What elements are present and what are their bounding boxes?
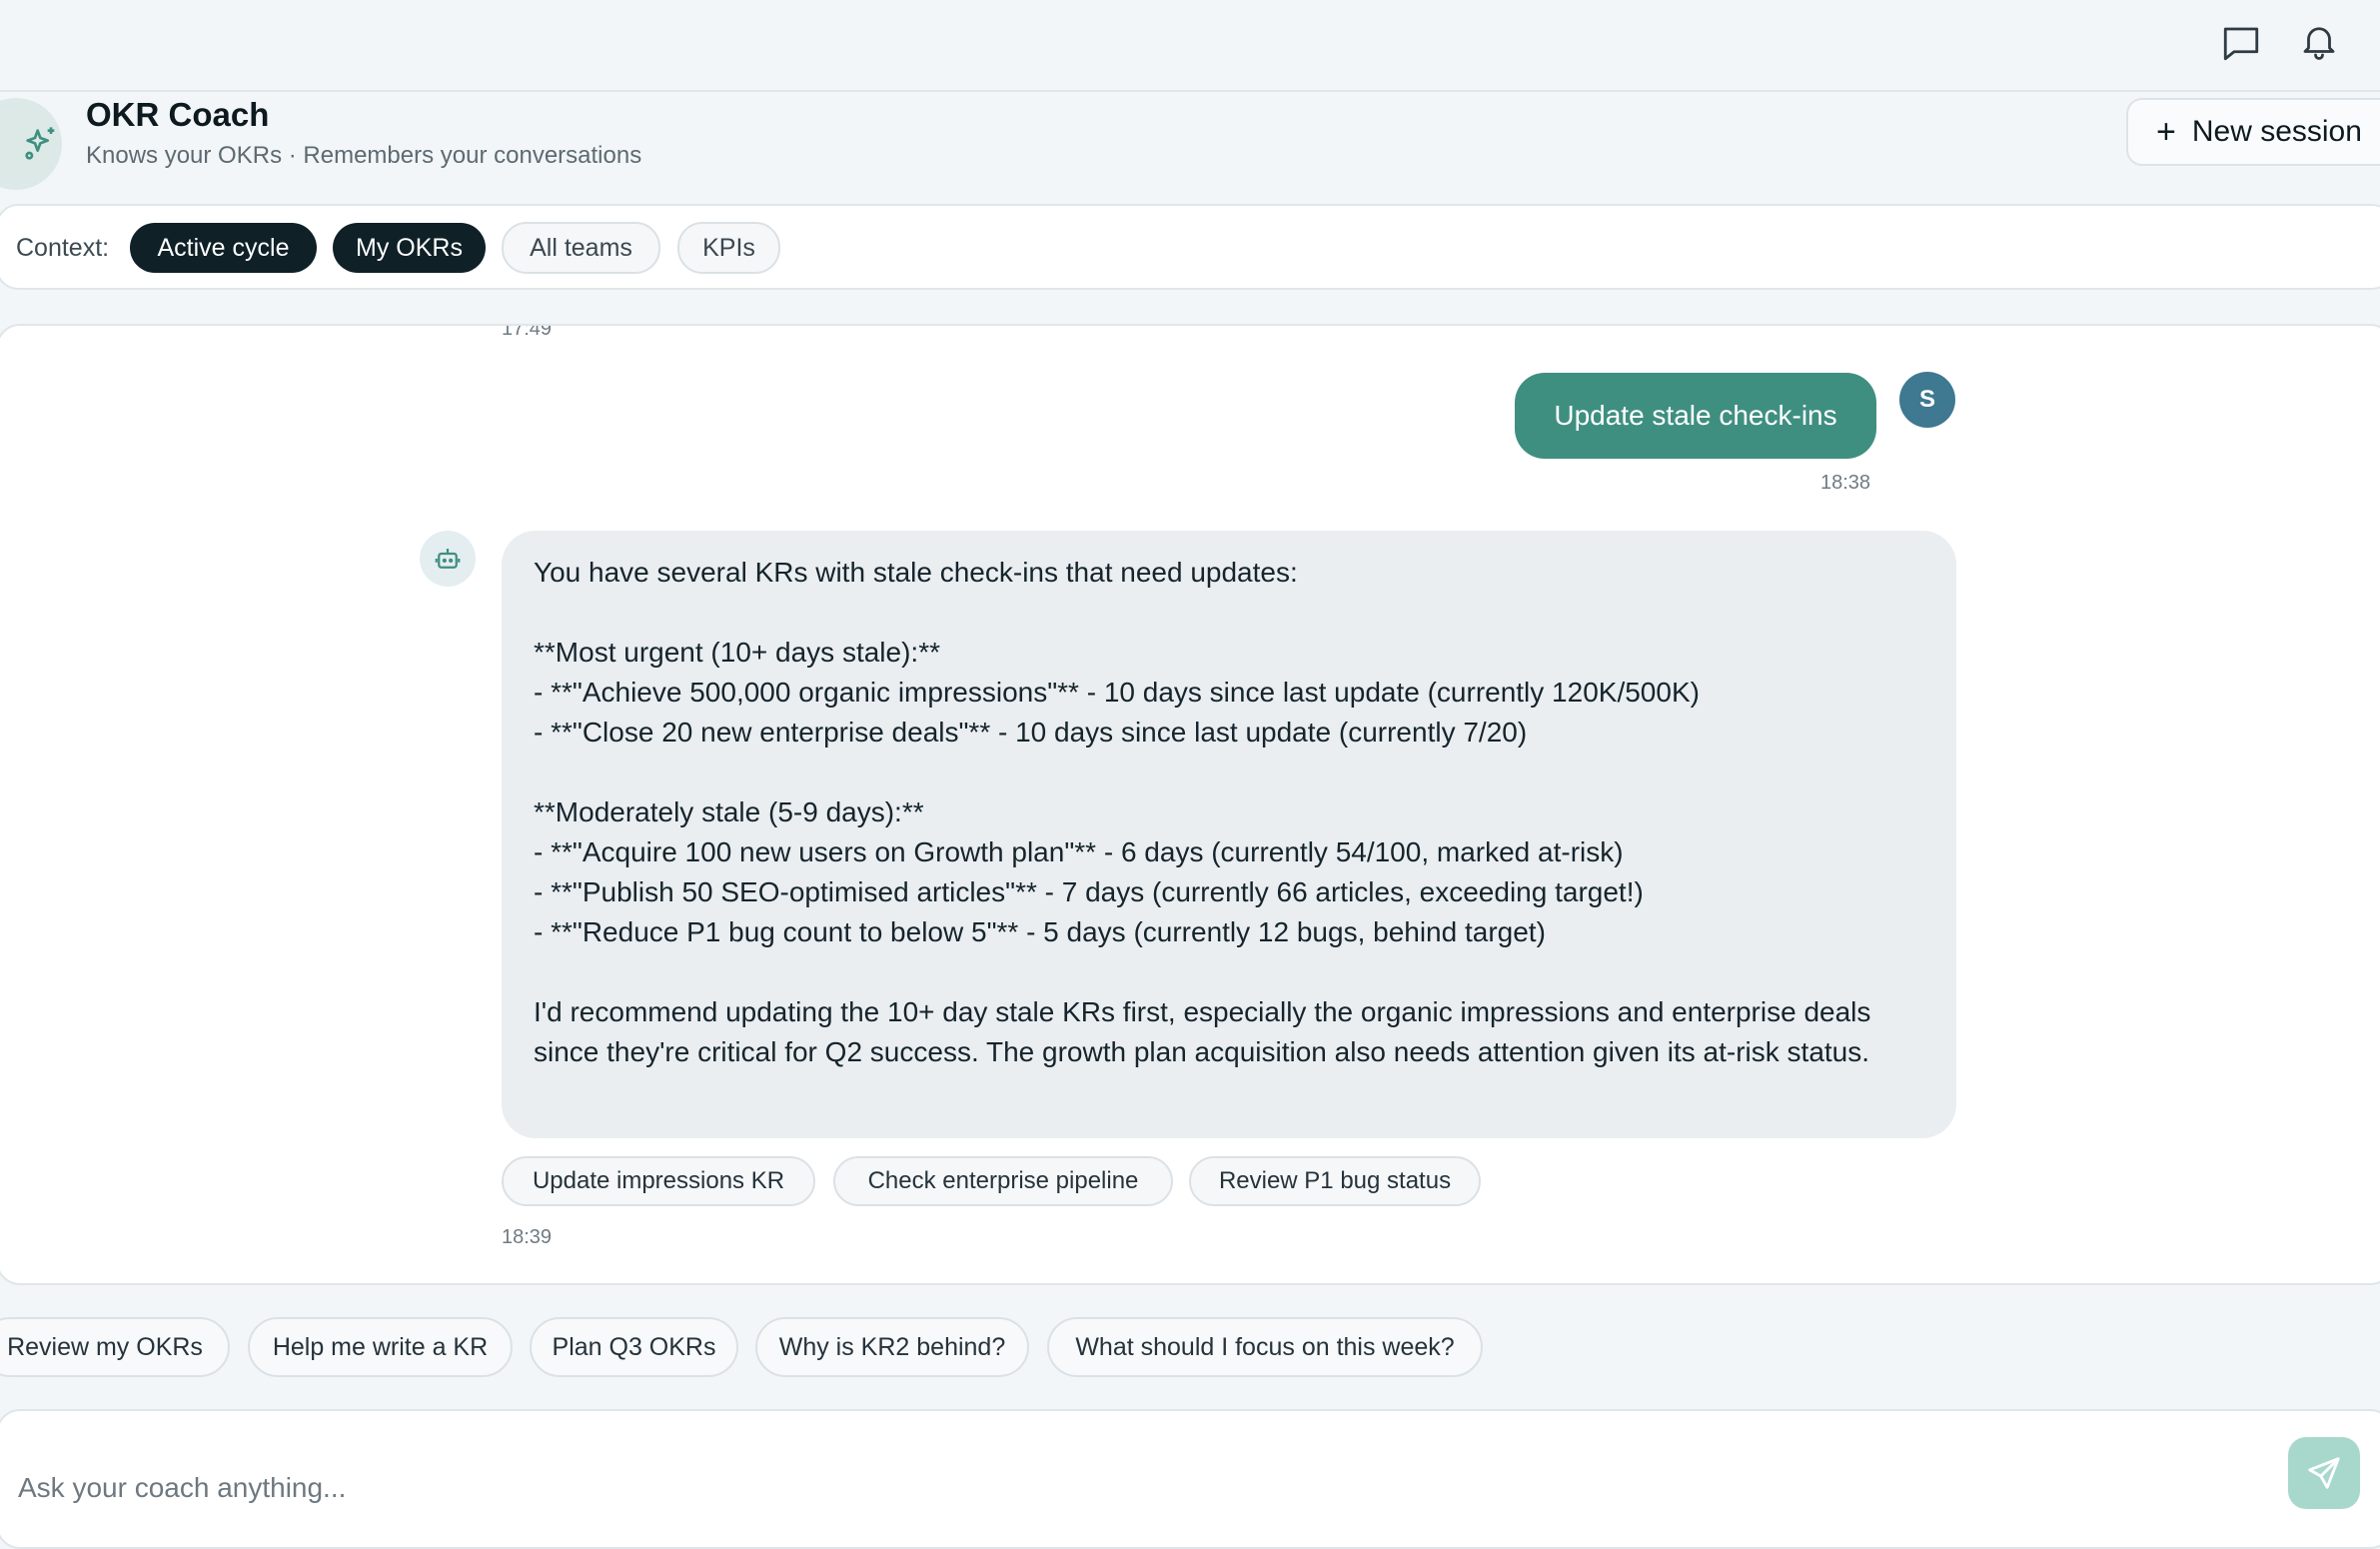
suggestion-write-kr[interactable]: Help me write a KR (248, 1317, 513, 1377)
page-title: OKR Coach (86, 96, 270, 133)
plus-icon: + (2156, 112, 2176, 151)
suggestion-review-okrs[interactable]: Review my OKRs (0, 1317, 230, 1377)
assistant-message-line: You have several KRs with stale check-in… (534, 557, 1298, 588)
assistant-message-line (534, 753, 1924, 792)
quick-reply-review-bugs[interactable]: Review P1 bug status (1189, 1156, 1481, 1206)
quick-reply-check-pipeline[interactable]: Check enterprise pipeline (833, 1156, 1173, 1206)
send-icon (2305, 1454, 2343, 1492)
suggestion-kr2-behind[interactable]: Why is KR2 behind? (755, 1317, 1029, 1377)
send-button[interactable] (2288, 1437, 2360, 1509)
assistant-message-bubble: You have several KRs with stale check-in… (502, 531, 1956, 1138)
suggestion-focus-week[interactable]: What should I focus on this week? (1047, 1317, 1483, 1377)
assistant-message-line: **Moderately stale (5-9 days):** (534, 796, 924, 827)
context-chip-active-cycle[interactable]: Active cycle (130, 223, 317, 273)
message-timestamp: 18:38 (1820, 472, 1871, 494)
assistant-message-line: - **"Acquire 100 new users on Growth pla… (534, 836, 1624, 867)
user-avatar: S (1899, 372, 1955, 428)
chat-bubble-icon[interactable] (2218, 20, 2264, 66)
robot-icon (433, 544, 463, 574)
sparkles-icon (21, 124, 61, 164)
quick-reply-update-impressions[interactable]: Update impressions KR (502, 1156, 815, 1206)
assistant-message-closing: I'd recommend updating the 10+ day stale… (534, 996, 1871, 1067)
assistant-message-line: - **"Reduce P1 bug count to below 5"** -… (534, 916, 1546, 947)
message-timestamp: 18:39 (502, 1226, 553, 1248)
assistant-message-line: - **"Close 20 new enterprise deals"** - … (534, 717, 1528, 748)
bell-icon[interactable] (2296, 18, 2342, 64)
context-chip-kpis[interactable]: KPIs (677, 222, 780, 274)
assistant-message-line: - **"Publish 50 SEO-optimised articles"*… (534, 876, 1644, 907)
user-message-bubble: Update stale check-ins (1515, 373, 1876, 459)
coach-avatar (0, 98, 62, 190)
context-label: Context: (16, 234, 110, 262)
new-session-label: New session (2191, 115, 2362, 148)
suggestion-plan-q3[interactable]: Plan Q3 OKRs (530, 1317, 738, 1377)
assistant-message-line (534, 593, 1924, 633)
chat-input[interactable] (16, 1463, 2268, 1513)
new-session-button[interactable]: + New session (2126, 98, 2380, 166)
assistant-message-line: - **"Achieve 500,000 organic impressions… (534, 677, 1700, 708)
top-bar (0, 0, 2380, 92)
context-chip-all-teams[interactable]: All teams (502, 222, 660, 274)
bot-avatar (420, 531, 476, 587)
page-subtitle: Knows your OKRs · Remembers your convers… (86, 142, 642, 169)
context-chip-my-okrs[interactable]: My OKRs (333, 223, 486, 273)
message-timestamp: 17:49 (502, 324, 553, 340)
assistant-message-line: **Most urgent (10+ days stale):** (534, 637, 940, 668)
assistant-message-line (534, 952, 1924, 992)
